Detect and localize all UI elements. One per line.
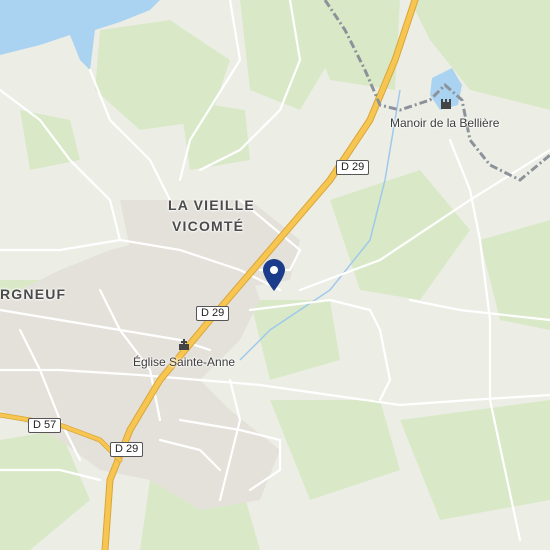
church-icon	[179, 339, 189, 350]
location-pin-icon[interactable]	[261, 258, 287, 292]
town-label: RGNEUF	[0, 286, 67, 302]
road-shield-d29: D 29	[110, 442, 144, 457]
church-label[interactable]: Église Sainte-Anne	[133, 355, 235, 369]
village-label-line2: VICOMTÉ	[172, 218, 245, 234]
castle-icon	[441, 99, 451, 109]
village-label-line1: LA VIEILLE	[168, 197, 255, 213]
road-shield-d29: D 29	[196, 306, 230, 321]
road-shield-d57: D 57	[28, 418, 62, 433]
manor-label[interactable]: Manoir de la Bellière	[390, 116, 499, 130]
road-shield-d29: D 29	[336, 160, 370, 175]
map-canvas[interactable]: LA VIEILLE VICOMTÉ RGNEUF Église Sainte-…	[0, 0, 550, 550]
